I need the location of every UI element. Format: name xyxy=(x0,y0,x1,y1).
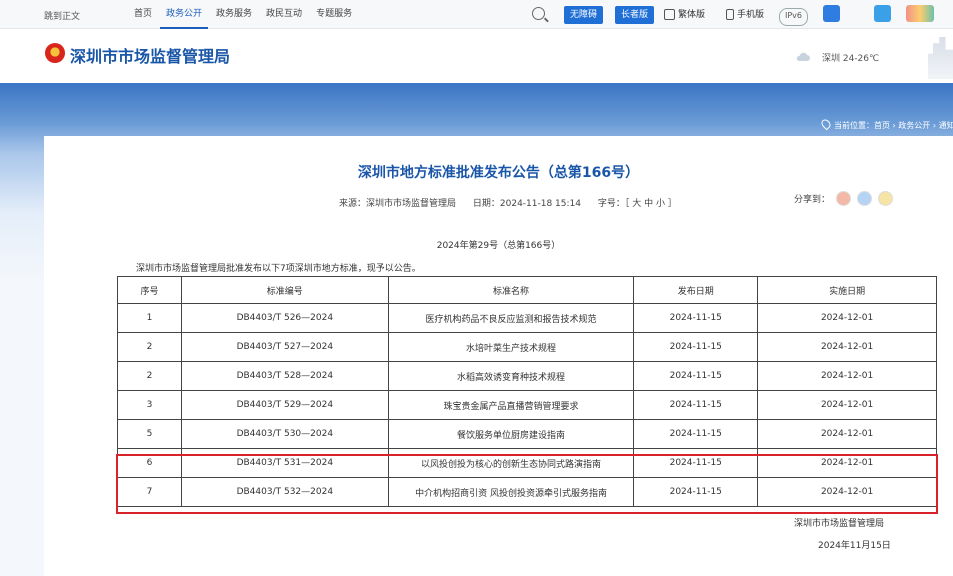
column-header: 标准编号 xyxy=(180,276,389,304)
nav-special-services[interactable]: 专题服务 xyxy=(310,0,358,29)
table-cell: 2024-12-01 xyxy=(757,448,937,478)
column-header: 序号 xyxy=(117,276,182,304)
table-cell: 2024-12-01 xyxy=(757,303,937,333)
table-cell: 2024-12-01 xyxy=(757,419,937,449)
app-icon[interactable] xyxy=(823,5,840,22)
site-header: 深圳市市场监督管理局 深圳 24-26℃ xyxy=(0,29,953,83)
top-bar: 跳到正文 首页 政务公开 政务服务 政民互动 专题服务 无障碍 长者版 繁体版 … xyxy=(0,0,953,29)
table-row: 1 DB4403/T 526—2024 医疗机构药品不良反应监测和报告技术规范 … xyxy=(117,303,937,333)
article-date: 日期：2024-11-18 15:14 xyxy=(472,199,581,209)
location-pin-icon xyxy=(819,117,833,131)
article-meta: 来源：深圳市市场监督管理局 日期：2024-11-18 15:14 字号：［ 大… xyxy=(339,196,691,209)
table-row: 5 DB4403/T 530—2024 餐饮服务单位厨房建设指南 2024-11… xyxy=(117,419,937,449)
ipv6-badge: IPv6 xyxy=(779,8,809,26)
table-cell: 2024-11-15 xyxy=(633,419,759,449)
table-cell: 1 xyxy=(117,303,182,333)
skip-to-content-link[interactable]: 跳到正文 xyxy=(44,9,80,22)
article-intro: 深圳市市场监督管理局批准发布以下7项深圳市地方标准，现予以公告。 xyxy=(136,264,421,274)
standards-table: 序号 标准编号 标准名称 发布日期 实施日期 1 DB4403/T 526—20… xyxy=(117,276,937,507)
table-cell: 2024-11-15 xyxy=(633,332,759,362)
traditional-icon xyxy=(664,9,675,20)
skyline-decoration xyxy=(928,37,953,79)
share-label: 分享到： xyxy=(794,195,831,205)
table-cell: 3 xyxy=(117,390,182,420)
nav-home[interactable]: 首页 xyxy=(128,0,158,29)
table-cell: DB4403/T 528—2024 xyxy=(180,361,389,391)
table-cell: 2 xyxy=(117,361,182,391)
table-cell: 7 xyxy=(117,477,182,507)
table-cell: 珠宝贵金属产品直播营销管理要求 xyxy=(387,390,635,420)
phone-icon xyxy=(726,9,734,20)
article-panel: 深圳市地方标准批准发布公告（总第166号） 来源：深圳市市场监督管理局 日期：2… xyxy=(44,136,953,576)
table-header-row: 序号 标准编号 标准名称 发布日期 实施日期 xyxy=(117,276,937,304)
table-cell: 2 xyxy=(117,332,182,362)
column-header: 发布日期 xyxy=(633,276,759,304)
share-weibo-icon[interactable] xyxy=(836,191,852,206)
breadcrumb: 当前位置：首页 › 政务公开 › 通知 xyxy=(819,117,953,131)
site-title[interactable]: 深圳市市场监督管理局 xyxy=(70,43,230,67)
cloud-icon xyxy=(796,52,810,61)
nav-interaction[interactable]: 政民互动 xyxy=(260,0,308,29)
table-cell: 餐饮服务单位厨房建设指南 xyxy=(387,419,635,449)
nav-gov-services[interactable]: 政务服务 xyxy=(210,0,258,29)
article-title: 深圳市地方标准批准发布公告（总第166号） xyxy=(357,165,640,181)
column-header: 标准名称 xyxy=(387,276,635,304)
table-row: 3 DB4403/T 529—2024 珠宝贵金属产品直播营销管理要求 2024… xyxy=(117,390,937,420)
table-row: 2 DB4403/T 528—2024 水稻高效诱变育种技术规程 2024-11… xyxy=(117,361,937,391)
issuer-signature: 深圳市市场监督管理局 xyxy=(794,519,885,529)
table-cell: 2024-12-01 xyxy=(757,390,937,420)
table-cell: DB4403/T 526—2024 xyxy=(180,303,389,333)
table-cell: 6 xyxy=(117,448,182,478)
table-cell: 2024-11-15 xyxy=(633,390,759,420)
column-header: 实施日期 xyxy=(757,276,937,304)
share-notify-icon[interactable] xyxy=(857,191,873,206)
table-row: 2 DB4403/T 527—2024 水培叶菜生产技术规程 2024-11-1… xyxy=(117,332,937,362)
table-cell: 医疗机构药品不良反应监测和报告技术规范 xyxy=(387,303,635,333)
share-bar: 分享到： xyxy=(794,191,894,206)
table-cell: 5 xyxy=(117,419,182,449)
table-cell: 2024-11-15 xyxy=(633,361,759,391)
table-row: 6 DB4403/T 531—2024 以风投创投为核心的创新生态协同式路演指南… xyxy=(117,448,937,478)
table-cell: DB4403/T 527—2024 xyxy=(180,332,389,362)
weather-text: 深圳 24-26℃ xyxy=(822,54,880,64)
table-cell: 水培叶菜生产技术规程 xyxy=(387,332,635,362)
table-cell: DB4403/T 532—2024 xyxy=(180,477,389,507)
table-cell: 2024-12-01 xyxy=(757,477,937,507)
table-cell: DB4403/T 531—2024 xyxy=(180,448,389,478)
share-favorite-icon[interactable] xyxy=(878,191,894,206)
site-logo-icon xyxy=(906,5,934,22)
traditional-chinese-button[interactable]: 繁体版 xyxy=(664,6,705,24)
issue-date: 2024年11月15日 xyxy=(818,541,891,551)
mini-program-icon[interactable] xyxy=(874,5,891,22)
table-cell: DB4403/T 529—2024 xyxy=(180,390,389,420)
table-cell: 2024-12-01 xyxy=(757,332,937,362)
main-nav: 首页 政务公开 政务服务 政民互动 专题服务 xyxy=(128,0,360,29)
font-size-switcher[interactable]: 字号：［ 大 中 小 ］ xyxy=(598,199,677,209)
table-cell: 2024-12-01 xyxy=(757,361,937,391)
table-row: 7 DB4403/T 532—2024 中介机构招商引资 风投创投资源牵引式服务… xyxy=(117,477,937,507)
article-source: 来源：深圳市市场监督管理局 xyxy=(339,199,457,209)
nav-gov-affairs-open[interactable]: 政务公开 xyxy=(160,0,209,29)
table-cell: 2024-11-15 xyxy=(633,477,759,507)
elder-mode-button[interactable]: 长者版 xyxy=(615,6,655,24)
document-number: 2024年第29号（总第166号） xyxy=(436,241,561,251)
search-icon[interactable] xyxy=(532,7,545,20)
table-cell: 中介机构招商引资 风投创投资源牵引式服务指南 xyxy=(387,477,635,507)
table-cell: 以风投创投为核心的创新生态协同式路演指南 xyxy=(387,448,635,478)
national-emblem-icon xyxy=(45,43,65,63)
accessibility-button[interactable]: 无障碍 xyxy=(564,6,604,24)
table-cell: 2024-11-15 xyxy=(633,448,759,478)
table-cell: 2024-11-15 xyxy=(633,303,759,333)
mobile-version-button[interactable]: 手机版 xyxy=(726,6,764,24)
table-cell: 水稻高效诱变育种技术规程 xyxy=(387,361,635,391)
table-cell: DB4403/T 530—2024 xyxy=(180,419,389,449)
